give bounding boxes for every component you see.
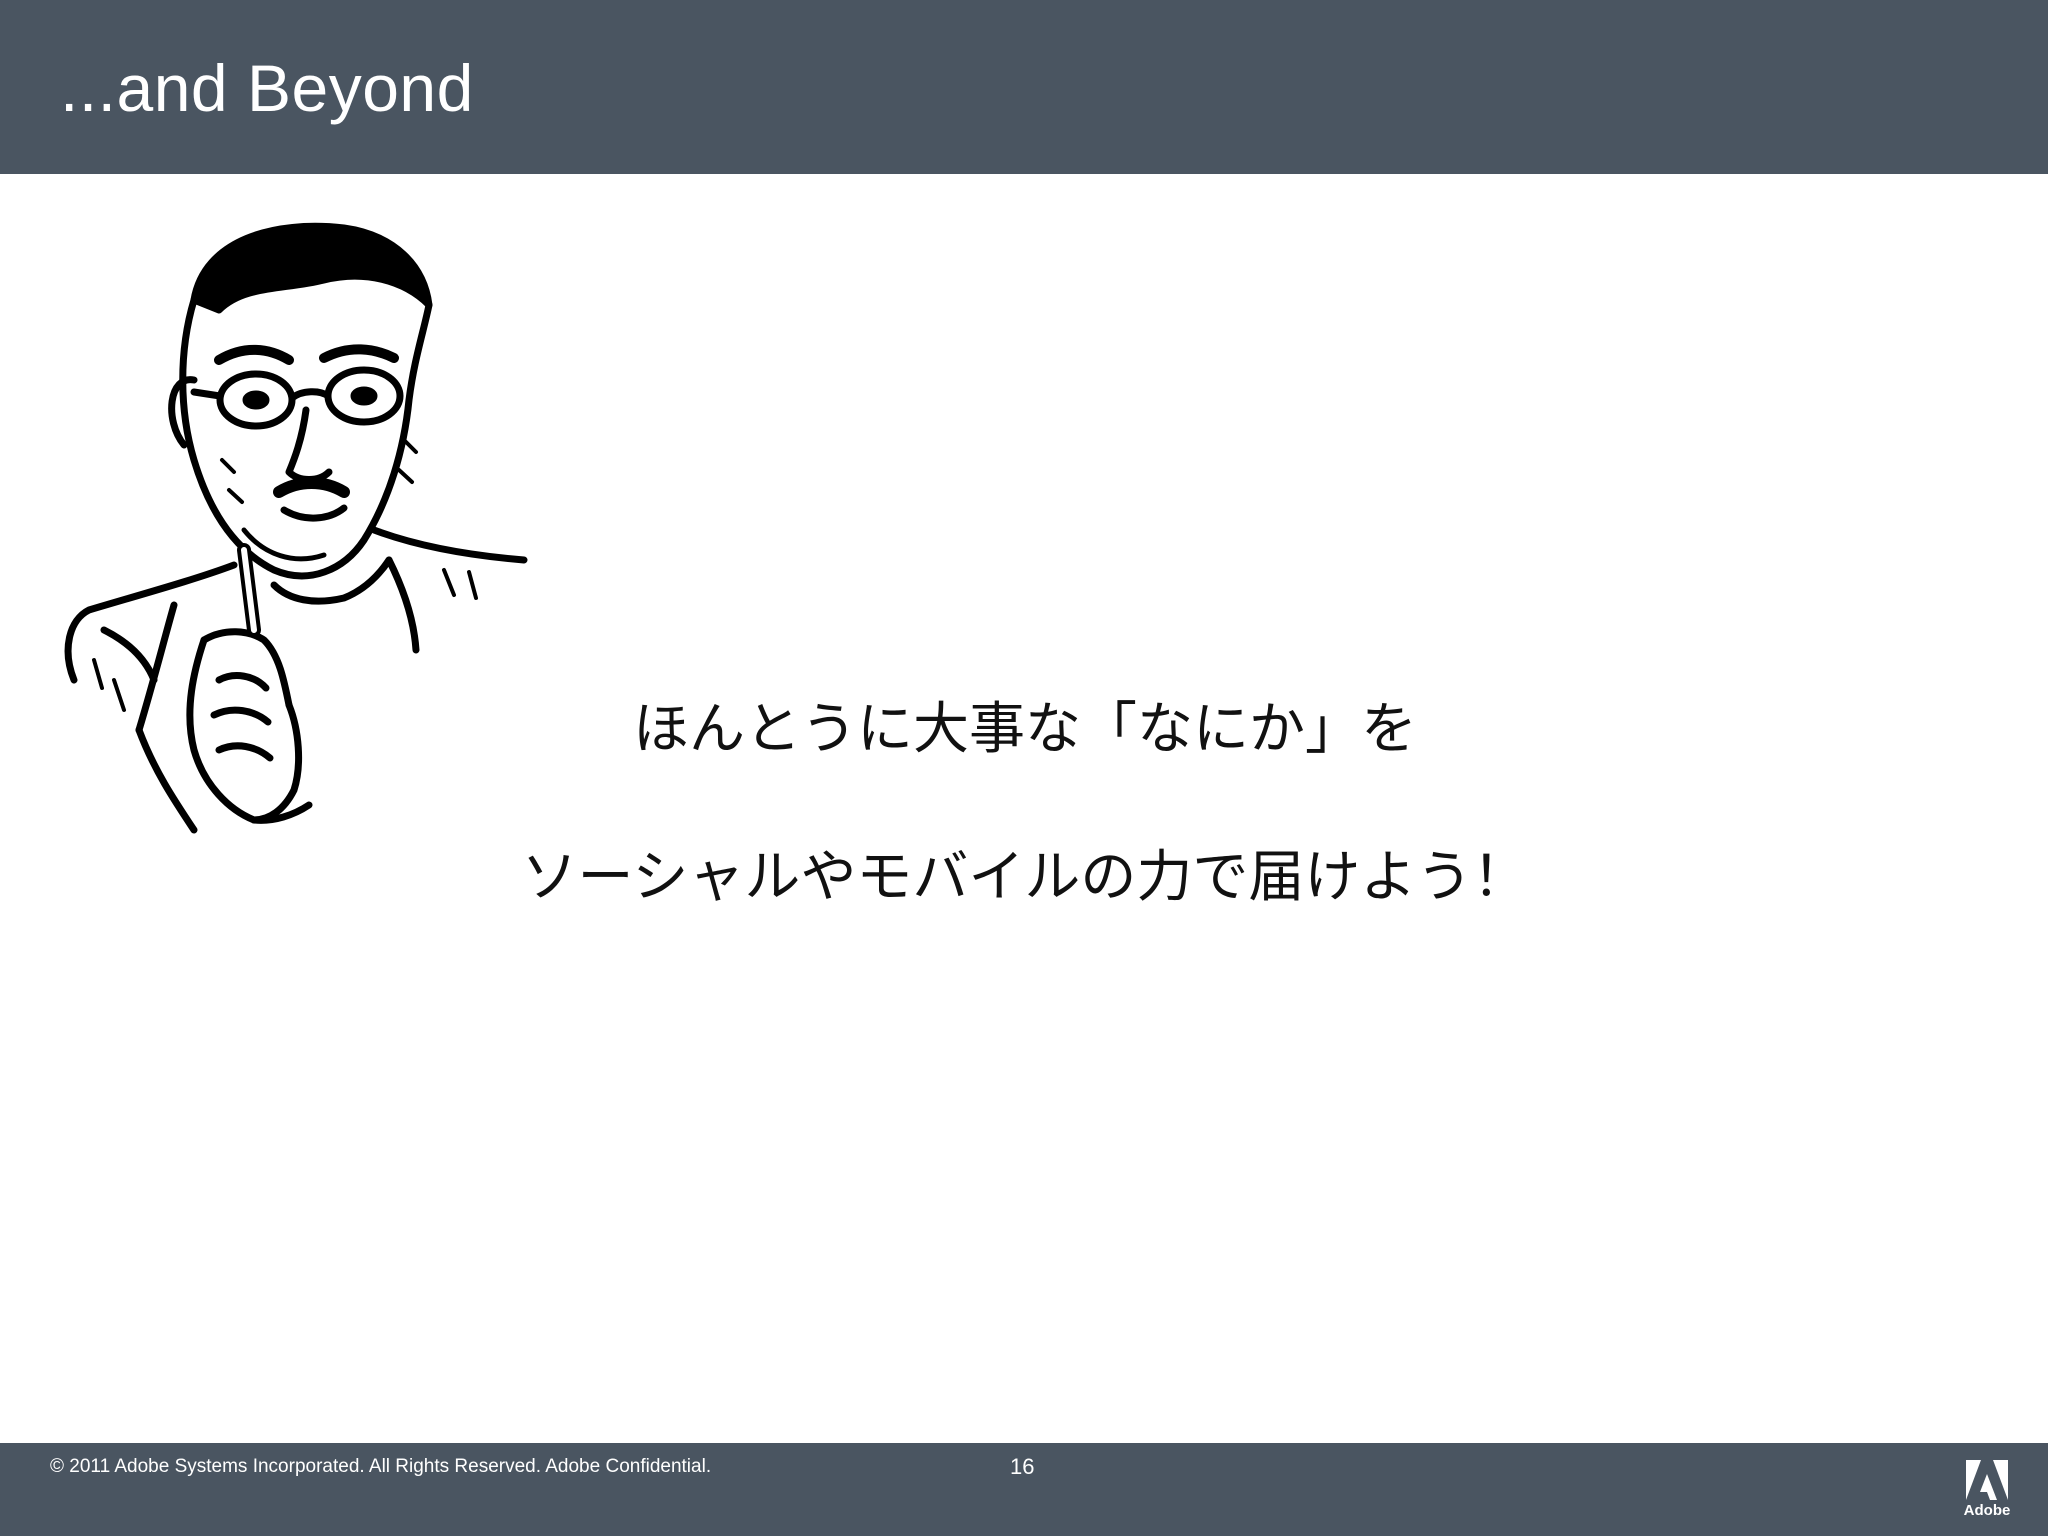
copyright-text: © 2011 Adobe Systems Incorporated. All R… <box>50 1456 712 1477</box>
adobe-a-icon <box>1966 1460 2008 1500</box>
message-line-2: ソーシャルやモバイルの力で届けよう！ <box>521 845 1529 910</box>
message-line-1: ほんとうに大事な「なにか」を <box>633 697 1417 762</box>
message-text: ほんとうに大事な「なにか」を ソーシャルやモバイルの力で届けよう！ <box>480 690 1570 918</box>
adobe-logo: Adobe <box>1962 1460 2012 1522</box>
adobe-logo-text: Adobe <box>1963 1502 2011 1519</box>
slide-title: ...and Beyond <box>60 51 474 125</box>
page-number: 16 <box>1010 1454 1035 1479</box>
slide: ...and Beyond ほんとうに大事な「なにか」を ソーシャルやモバイルの… <box>0 0 2048 1536</box>
